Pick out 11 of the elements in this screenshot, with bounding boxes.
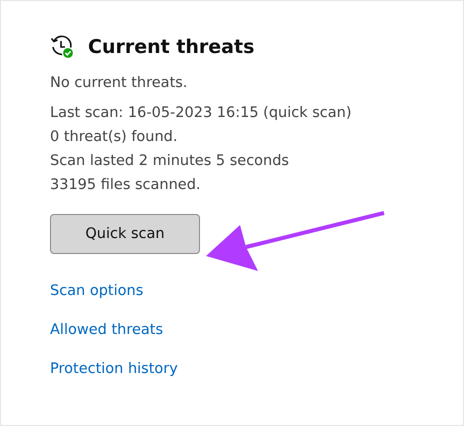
status-text: No current threats.: [50, 74, 188, 93]
section-title: Current threats: [88, 36, 254, 58]
link[interactable]: Scan options: [50, 281, 144, 302]
status-text: 33195 files scanned.: [50, 176, 202, 195]
link[interactable]: Allowed threats: [50, 320, 164, 341]
quick-scan-button[interactable]: Quick scan: [50, 214, 200, 254]
link[interactable]: Protection history: [50, 359, 178, 380]
status-text: Scan lasted 2 minutes 5 seconds: [50, 152, 290, 171]
history-check-icon: [50, 35, 74, 59]
status-text: 0 threat(s) found.: [50, 128, 178, 147]
status-text: Last scan: 16-05-2023 16:15 (quick scan): [50, 104, 352, 123]
